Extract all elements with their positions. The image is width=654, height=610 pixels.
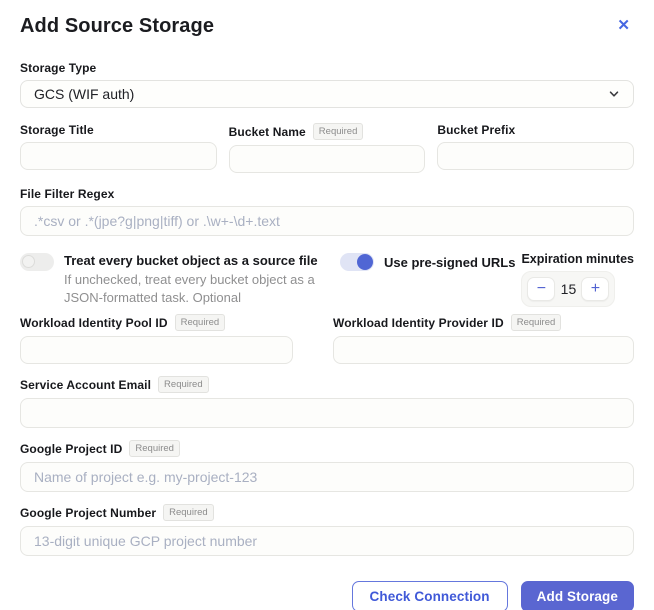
google-project-id-input[interactable] xyxy=(20,462,634,492)
workload-pool-field: Workload Identity Pool ID Required xyxy=(20,314,293,364)
toggles-row: Treat every bucket object as a source fi… xyxy=(20,252,634,307)
workload-pool-input[interactable] xyxy=(20,336,293,364)
expiration-value[interactable]: 15 xyxy=(555,281,581,297)
chevron-down-icon xyxy=(608,88,620,100)
toggle-knob xyxy=(357,254,373,270)
google-project-number-field: Google Project Number Required xyxy=(20,504,634,556)
increment-button[interactable]: + xyxy=(581,277,609,301)
presigned-toggle-group: Use pre-signed URLs xyxy=(340,252,515,307)
google-project-number-input[interactable] xyxy=(20,526,634,556)
service-account-label: Service Account Email xyxy=(20,378,151,392)
treat-source-file-toggle[interactable] xyxy=(20,253,54,271)
expiration-label: Expiration minutes xyxy=(521,252,634,267)
bucket-name-label: Bucket Name xyxy=(229,125,306,139)
storage-title-input[interactable] xyxy=(20,142,217,170)
required-badge: Required xyxy=(158,376,209,393)
storage-type-label: Storage Type xyxy=(20,61,96,75)
expiration-group: Expiration minutes − 15 + xyxy=(521,252,634,307)
required-badge: Required xyxy=(163,504,214,521)
workload-row: Workload Identity Pool ID Required Workl… xyxy=(20,314,634,364)
storage-type-field: Storage Type GCS (WIF auth) xyxy=(20,61,634,108)
storage-title-field: Storage Title xyxy=(20,123,217,173)
google-project-id-label: Google Project ID xyxy=(20,442,122,456)
bucket-prefix-input[interactable] xyxy=(437,142,634,170)
presigned-toggle-label: Use pre-signed URLs xyxy=(384,254,515,271)
close-icon[interactable]: ✕ xyxy=(613,15,634,37)
storage-title-label: Storage Title xyxy=(20,123,94,137)
storage-type-select[interactable]: GCS (WIF auth) xyxy=(20,80,634,108)
file-filter-input[interactable] xyxy=(20,206,634,236)
decrement-button[interactable]: − xyxy=(527,277,555,301)
bucket-name-field: Bucket Name Required xyxy=(229,123,426,173)
bucket-prefix-field: Bucket Prefix xyxy=(437,123,634,173)
service-account-input[interactable] xyxy=(20,398,634,428)
workload-provider-field: Workload Identity Provider ID Required xyxy=(333,314,634,364)
add-source-storage-dialog: Add Source Storage ✕ Storage Type GCS (W… xyxy=(0,0,654,610)
google-project-id-field: Google Project ID Required xyxy=(20,440,634,492)
title-bucket-row: Storage Title Bucket Name Required Bucke… xyxy=(20,123,634,173)
dialog-title: Add Source Storage xyxy=(20,14,214,38)
google-project-number-label: Google Project Number xyxy=(20,506,156,520)
expiration-stepper: − 15 + xyxy=(521,271,615,307)
required-badge: Required xyxy=(175,314,226,331)
required-badge: Required xyxy=(313,123,364,140)
treat-toggle-group: Treat every bucket object as a source fi… xyxy=(20,252,340,307)
service-account-field: Service Account Email Required xyxy=(20,376,634,428)
workload-pool-label: Workload Identity Pool ID xyxy=(20,316,168,330)
file-filter-field: File Filter Regex xyxy=(20,187,634,236)
file-filter-label: File Filter Regex xyxy=(20,187,114,201)
treat-toggle-label: Treat every bucket object as a source fi… xyxy=(64,252,340,269)
toggle-knob xyxy=(22,255,35,268)
dialog-footer: Check Connection Add Storage xyxy=(20,581,634,610)
treat-toggle-helper: If unchecked, treat every bucket object … xyxy=(64,271,340,307)
bucket-name-input[interactable] xyxy=(229,145,426,173)
required-badge: Required xyxy=(129,440,180,457)
required-badge: Required xyxy=(511,314,562,331)
dialog-header: Add Source Storage ✕ xyxy=(20,14,634,38)
presigned-urls-toggle[interactable] xyxy=(340,253,374,271)
add-storage-button[interactable]: Add Storage xyxy=(521,581,634,610)
check-connection-button[interactable]: Check Connection xyxy=(352,581,508,610)
storage-type-value: GCS (WIF auth) xyxy=(34,86,134,102)
workload-provider-input[interactable] xyxy=(333,336,634,364)
bucket-prefix-label: Bucket Prefix xyxy=(437,123,515,137)
workload-provider-label: Workload Identity Provider ID xyxy=(333,316,504,330)
